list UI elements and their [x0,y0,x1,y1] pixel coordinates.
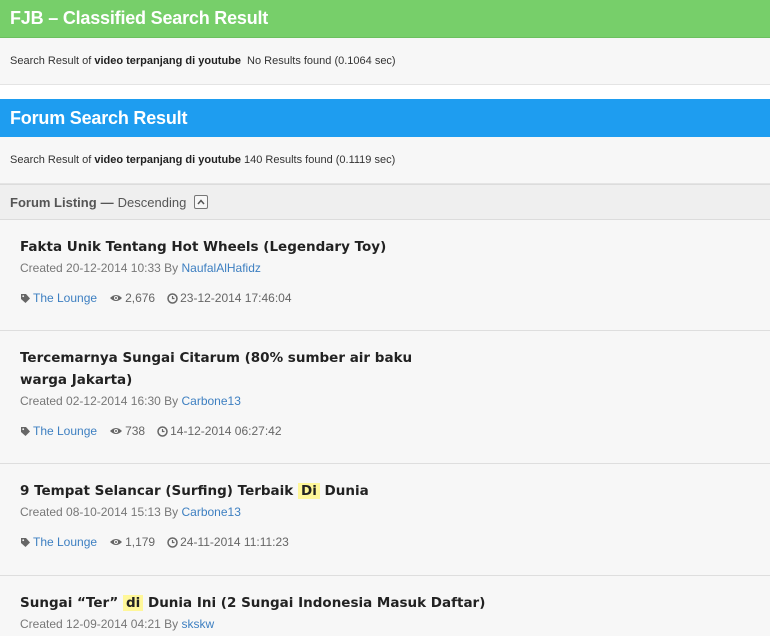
category-link[interactable]: The Lounge [33,424,97,438]
last-activity: 24-11-2014 11:11:23 [180,535,289,549]
forum-query: video terpanjang di youtube [94,154,242,166]
tag-icon [21,293,30,303]
thread-title[interactable]: Tercemarnya Sungai Citarum (80% sumber a… [20,347,440,391]
author-link[interactable]: Carbone13 [182,394,241,408]
tag-icon [21,537,30,547]
thread-item: Fakta Unik Tentang Hot Wheels (Legendary… [0,220,770,331]
thread-stats: The Lounge 738 14-12-2014 06:27:42 [20,421,750,441]
fjb-title: FJB – Classified Search Result [10,8,269,28]
thread-meta: Created 20-12-2014 10:33 By NaufalAlHafi… [20,258,750,278]
fjb-result-count: No Results found (0.1064 sec) [247,55,396,67]
created-label: Created [20,617,63,631]
fjb-query: video terpanjang di youtube [94,55,242,67]
chevron-up-icon [197,199,205,205]
forum-result-count: 140 Results found (0.1119 sec) [244,154,396,166]
listing-dash: — [100,194,114,210]
listing-title: Forum Listing [10,194,97,210]
by-label: By [164,505,179,519]
last-activity: 23-12-2014 17:46:04 [180,291,292,305]
title-text: 9 Tempat Selancar (Surfing) Terbaik [20,483,294,499]
created-date: 02-12-2014 16:30 [66,394,161,408]
created-label: Created [20,505,63,519]
thread-title[interactable]: Sungai “Ter” di Dunia Ini (2 Sungai Indo… [20,592,750,614]
fjb-prefix: Search Result of [10,55,92,67]
clock-icon [167,292,178,304]
category-link[interactable]: The Lounge [33,535,97,549]
title-text: Sungai “Ter” [20,595,119,611]
fjb-summary: Search Result of video terpanjang di you… [0,38,770,85]
by-label: By [164,394,179,408]
eye-icon [110,428,123,434]
thread-item: 9 Tempat Selancar (Surfing) Terbaik Di D… [0,464,770,576]
by-label: By [164,261,179,275]
fjb-header: FJB – Classified Search Result [0,0,770,38]
thread-title[interactable]: Fakta Unik Tentang Hot Wheels (Legendary… [20,236,440,258]
forum-prefix: Search Result of [10,154,92,166]
title-highlight: Di [297,483,320,499]
title-highlight: di [122,595,144,611]
forum-title: Forum Search Result [10,107,188,128]
created-date: 20-12-2014 10:33 [66,261,161,275]
thread-stats: The Lounge 1,179 24-11-2014 11:11:23 [20,532,750,552]
listing-order: Descending [117,194,187,210]
category-link[interactable]: The Lounge [33,291,97,305]
clock-icon [157,425,168,437]
clock-icon [167,536,178,548]
created-date: 08-10-2014 15:13 [66,505,161,519]
forum-summary: Search Result of video terpanjang di you… [0,137,770,184]
thread-item: Sungai “Ter” di Dunia Ini (2 Sungai Indo… [0,576,770,636]
created-date: 12-09-2014 04:21 [66,617,161,631]
forum-header: Forum Search Result [0,99,770,137]
title-text: Dunia [324,483,369,499]
thread-meta: Created 08-10-2014 15:13 By Carbone13 [20,502,750,522]
thread-item: Tercemarnya Sungai Citarum (80% sumber a… [0,331,770,464]
tag-icon [21,426,30,436]
sort-order-button[interactable] [194,195,209,209]
by-label: By [164,617,179,631]
thread-meta: Created 12-09-2014 04:21 By skskw [20,614,750,634]
view-count: 738 [125,424,146,438]
author-link[interactable]: NaufalAlHafidz [182,261,261,275]
eye-icon [110,295,123,301]
eye-icon [110,539,123,545]
view-count: 1,179 [125,535,156,549]
author-link[interactable]: Carbone13 [182,505,241,519]
created-label: Created [20,394,63,408]
thread-title[interactable]: 9 Tempat Selancar (Surfing) Terbaik Di D… [20,480,440,502]
view-count: 2,676 [125,291,156,305]
created-label: Created [20,261,63,275]
thread-meta: Created 02-12-2014 16:30 By Carbone13 [20,391,750,411]
last-activity: 14-12-2014 06:27:42 [170,424,282,438]
title-text: Dunia Ini (2 Sungai Indonesia Masuk Daft… [147,595,486,611]
author-link[interactable]: skskw [182,617,215,631]
thread-stats: The Lounge 2,676 23-12-2014 17:46:04 [20,288,750,308]
forum-listing-bar: Forum Listing — Descending [0,184,770,220]
